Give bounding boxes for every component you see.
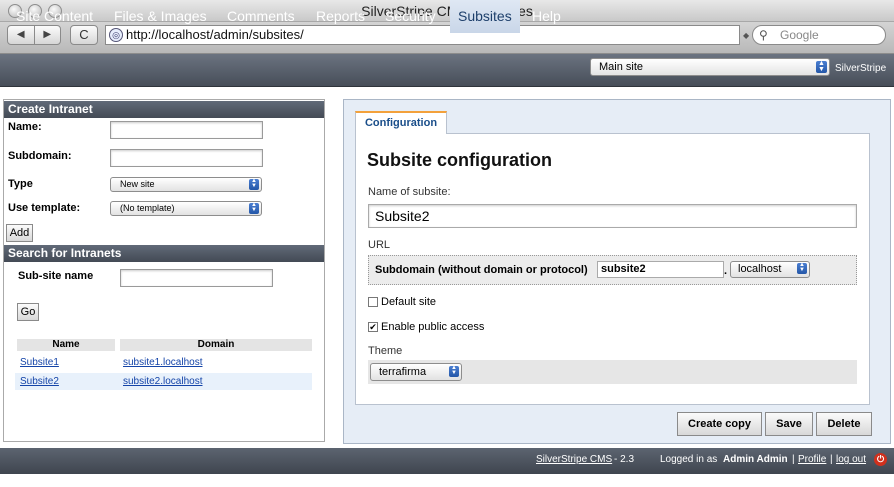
logout-link[interactable]: log out [836, 454, 866, 465]
type-select-value: New site [120, 179, 155, 189]
power-icon[interactable]: ⏻ [874, 453, 887, 466]
subdomain-field-label: Subdomain (without domain or protocol) [375, 264, 588, 276]
select-arrows-icon: ▲ ▼ [249, 178, 259, 190]
subsite-domain-link[interactable]: subsite1.localhost [123, 357, 203, 368]
public-access-label: Enable public access [381, 321, 485, 333]
domain-select[interactable]: localhost ▲ ▼ [730, 261, 810, 278]
version-text: - 2.3 [614, 454, 635, 465]
select-arrows-icon: ▲ ▼ [797, 262, 807, 274]
theme-select[interactable]: terrafirma ▲ ▼ [370, 363, 462, 381]
checkmark-icon: ✔ [369, 322, 377, 332]
theme-select-value: terrafirma [379, 366, 427, 378]
use-template-label: Use template: [8, 202, 81, 214]
create-intranet-heading: Create Intranet [4, 101, 324, 118]
site-selector[interactable]: Main site ▲ ▼ [590, 58, 830, 76]
logged-in-text: Logged in as [660, 454, 718, 465]
separator: | [830, 454, 833, 465]
delete-button[interactable]: Delete [816, 412, 872, 436]
subsite-name-input[interactable]: Subsite2 [368, 204, 857, 228]
theme-label: Theme [368, 345, 403, 357]
name-label: Name: [8, 121, 42, 133]
menu-help[interactable]: Help [524, 0, 569, 33]
subdomain-field[interactable] [110, 149, 263, 167]
menu-security[interactable]: Security [377, 0, 444, 33]
menu-files-images[interactable]: Files & Images [106, 0, 215, 33]
tab-configuration[interactable]: Configuration [355, 111, 447, 134]
domain-select-value: localhost [738, 263, 782, 275]
menu-reports[interactable]: Reports [308, 0, 373, 33]
create-copy-button[interactable]: Create copy [677, 412, 762, 436]
brand-label: SilverStripe [835, 63, 887, 74]
menu-comments[interactable]: Comments [219, 0, 303, 33]
page-title: Subsite configuration [367, 150, 553, 170]
subdomain-input[interactable]: subsite2 [597, 261, 724, 278]
menu-site-content[interactable]: Site Content [8, 0, 101, 33]
template-select[interactable]: (No template) ▲ ▼ [110, 201, 262, 216]
search-icon: ⚲ [759, 28, 768, 42]
separator: | [792, 454, 795, 465]
profile-link[interactable]: Profile [798, 454, 826, 465]
public-access-checkbox[interactable]: ✔ [368, 322, 378, 332]
select-arrows-icon: ▲ ▼ [249, 202, 259, 214]
add-button[interactable]: Add [6, 224, 33, 242]
subsite-name-link[interactable]: Subsite2 [20, 376, 59, 387]
template-select-value: (No template) [120, 203, 175, 213]
table-row: Subsite1 subsite1.localhost [15, 354, 312, 371]
footer-bar: SilverStripe CMS - 2.3 Logged in as Admi… [0, 448, 894, 474]
domain-separator: . [724, 265, 728, 277]
url-label: URL [368, 239, 391, 251]
subsite-name-field-label: Name of subsite: [368, 186, 451, 198]
table-row: Subsite2 subsite2.localhost [15, 373, 312, 390]
save-button[interactable]: Save [765, 412, 813, 436]
search-input[interactable]: ⚲ Google [752, 25, 886, 45]
search-placeholder: Google [780, 28, 819, 42]
default-site-label: Default site [381, 296, 437, 308]
menu-subsites[interactable]: Subsites [450, 0, 520, 33]
subsite-domain-link[interactable]: subsite2.localhost [123, 376, 203, 387]
user-name: Admin Admin [723, 454, 788, 465]
column-header-name[interactable]: Name [17, 339, 115, 351]
go-button[interactable]: Go [17, 303, 39, 321]
select-arrows-icon: ▲ ▼ [816, 60, 827, 73]
url-dropdown-icon[interactable]: ◆ [743, 31, 749, 40]
subsite-name-link[interactable]: Subsite1 [20, 357, 59, 368]
subsite-name-field[interactable] [120, 269, 273, 287]
site-selector-value: Main site [599, 61, 644, 73]
left-panel: Create Intranet Name: Subdomain: Type Ne… [3, 99, 325, 442]
type-label: Type [8, 178, 33, 190]
subsite-name-label: Sub-site name [18, 270, 94, 282]
silverstripe-cms-link[interactable]: SilverStripe CMS [536, 454, 612, 465]
type-select[interactable]: New site ▲ ▼ [110, 177, 262, 192]
select-arrows-icon: ▲ ▼ [449, 365, 459, 377]
default-site-checkbox[interactable] [368, 297, 378, 307]
name-field[interactable] [110, 121, 263, 139]
subdomain-label: Subdomain: [8, 150, 72, 162]
search-intranets-heading: Search for Intranets [4, 245, 324, 262]
column-header-domain[interactable]: Domain [120, 339, 312, 351]
